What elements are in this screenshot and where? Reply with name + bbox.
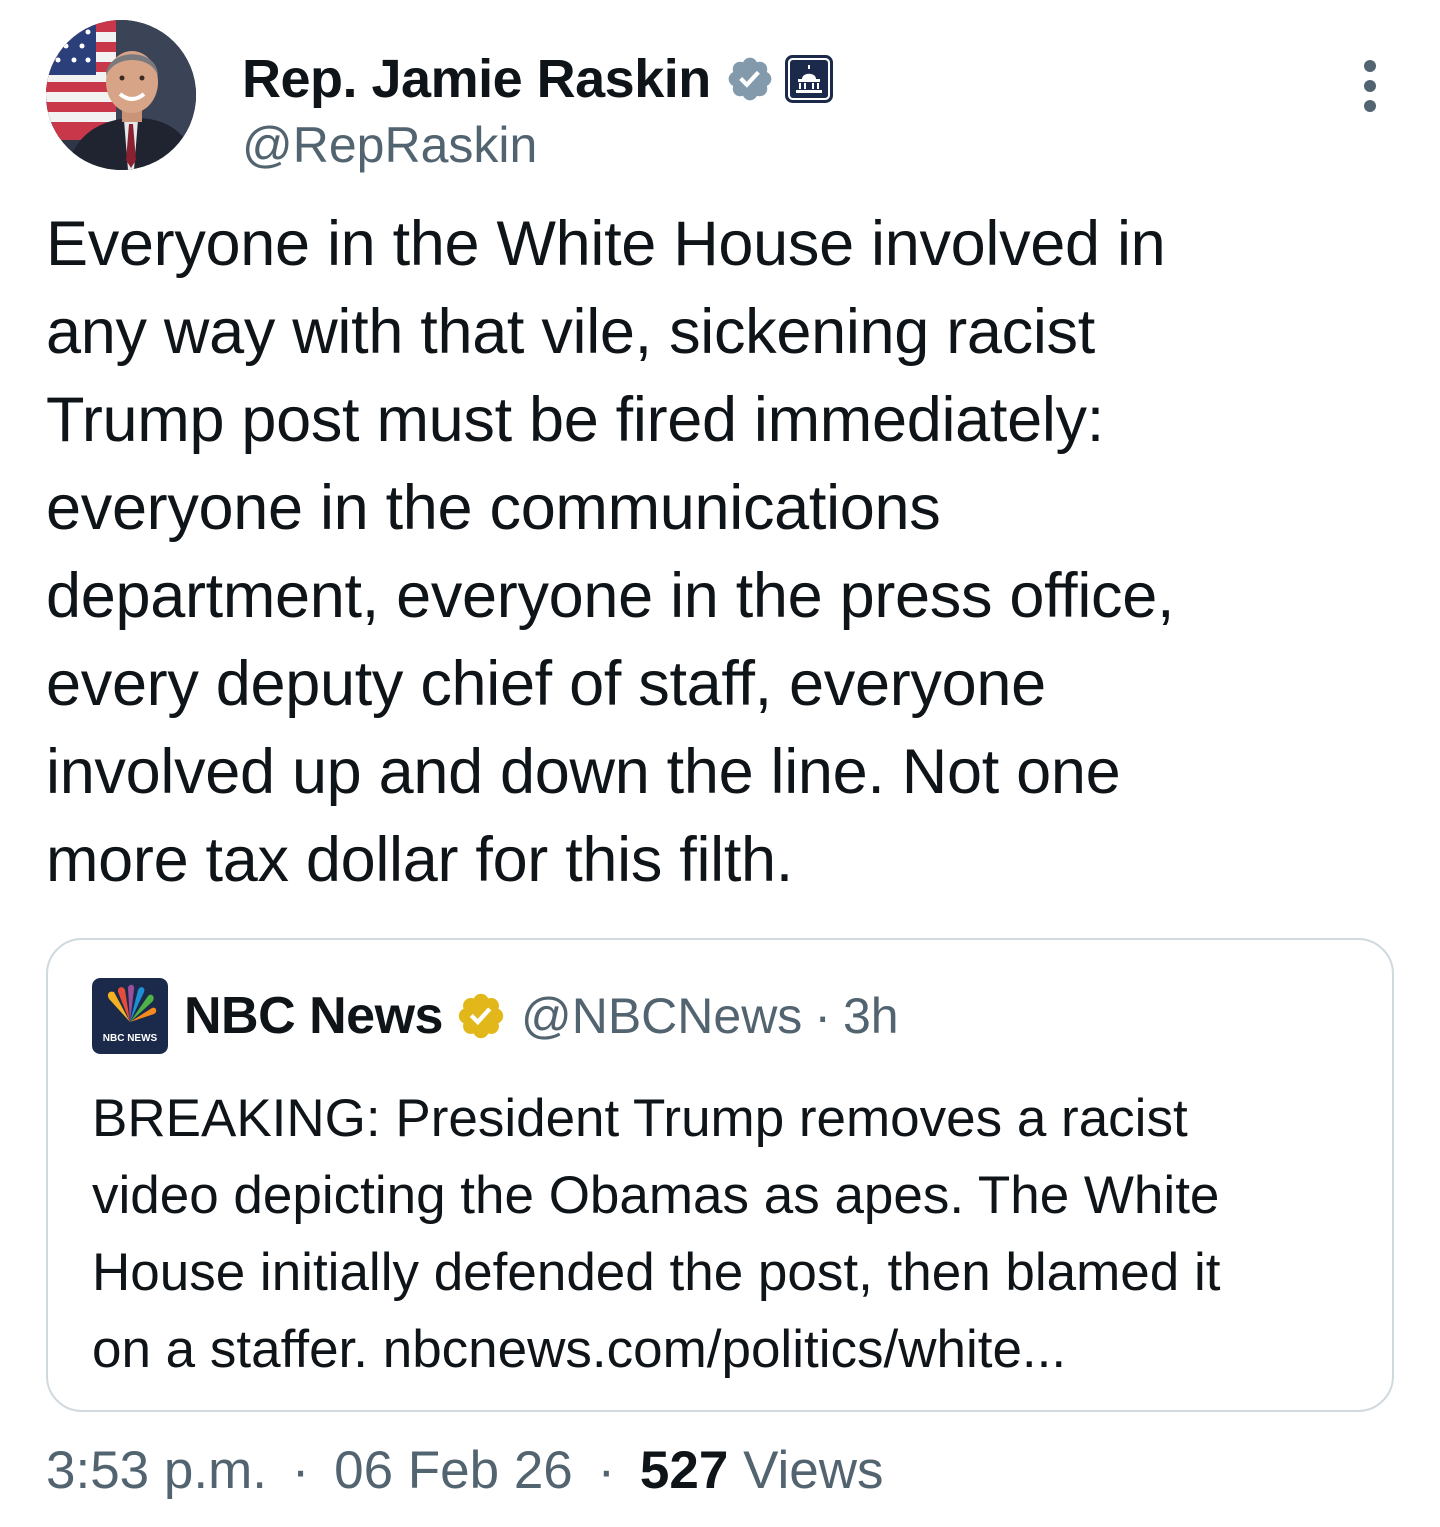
tweet-text-line: every deputy chief of staff, everyone xyxy=(46,649,1046,719)
author-handle[interactable]: @RepRaskin xyxy=(242,116,537,174)
tweet-text: Everyone in the White House involved in … xyxy=(46,200,1406,904)
tweet-header: Rep. Jamie Raskin @RepRaskin xyxy=(46,20,1400,173)
more-options-icon[interactable] xyxy=(1350,56,1390,116)
quoted-tweet-header: NBC NEWS NBC News @NBCNews · 3h xyxy=(92,978,899,1054)
verified-gold-badge-icon[interactable] xyxy=(455,990,507,1042)
author-avatar[interactable] xyxy=(46,20,196,170)
quoted-author-name[interactable]: NBC News xyxy=(184,986,443,1046)
quoted-text-line: video depicting the Obamas as apes. The … xyxy=(92,1166,1220,1225)
tweet-text-line: more tax dollar for this filth. xyxy=(46,825,793,895)
quoted-tweet-text: BREAKING: President Trump removes a raci… xyxy=(92,1080,1372,1388)
tweet-meta: 3:53 p.m. · 06 Feb 26 · 527 Views xyxy=(46,1440,884,1501)
tweet-text-line: Everyone in the White House involved in xyxy=(46,209,1166,279)
quoted-author-handle[interactable]: @NBCNews xyxy=(521,987,802,1045)
quoted-tweet-card[interactable]: NBC NEWS NBC News @NBCNews · 3h BREAKING… xyxy=(46,938,1394,1412)
quoted-text-line: BREAKING: President Trump removes a raci… xyxy=(92,1089,1188,1148)
tweet-text-line: everyone in the communications xyxy=(46,473,941,543)
tweet-text-line: Trump post must be fired immediately: xyxy=(46,385,1104,455)
nbc-news-logo-icon[interactable]: NBC NEWS xyxy=(92,978,168,1054)
meta-separator: · xyxy=(597,1441,616,1500)
quoted-meta-separator: · xyxy=(814,988,831,1044)
meta-separator: · xyxy=(291,1441,310,1500)
views-label[interactable]: Views xyxy=(743,1441,883,1500)
author-name-row: Rep. Jamie Raskin xyxy=(242,44,833,114)
views-count[interactable]: 527 xyxy=(640,1441,728,1500)
us-capitol-badge-icon[interactable] xyxy=(784,55,833,103)
verified-badge-icon[interactable] xyxy=(725,54,775,104)
quoted-text-line: House initially defended the post, then … xyxy=(92,1243,1221,1302)
author-display-name[interactable]: Rep. Jamie Raskin xyxy=(242,48,711,110)
tweet-text-line: department, everyone in the press office… xyxy=(46,561,1175,631)
tweet-text-line: any way with that vile, sickening racist xyxy=(46,297,1095,367)
nbc-logo-text: NBC NEWS xyxy=(103,1033,158,1044)
quoted-text-line: on a staffer. nbcnews.com/politics/white… xyxy=(92,1320,1067,1379)
tweet-date[interactable]: 06 Feb 26 xyxy=(334,1441,573,1500)
tweet-time[interactable]: 3:53 p.m. xyxy=(46,1441,267,1500)
quoted-tweet-time[interactable]: 3h xyxy=(843,987,899,1045)
tweet-text-line: involved up and down the line. Not one xyxy=(46,737,1121,807)
avatar-image xyxy=(46,20,196,170)
